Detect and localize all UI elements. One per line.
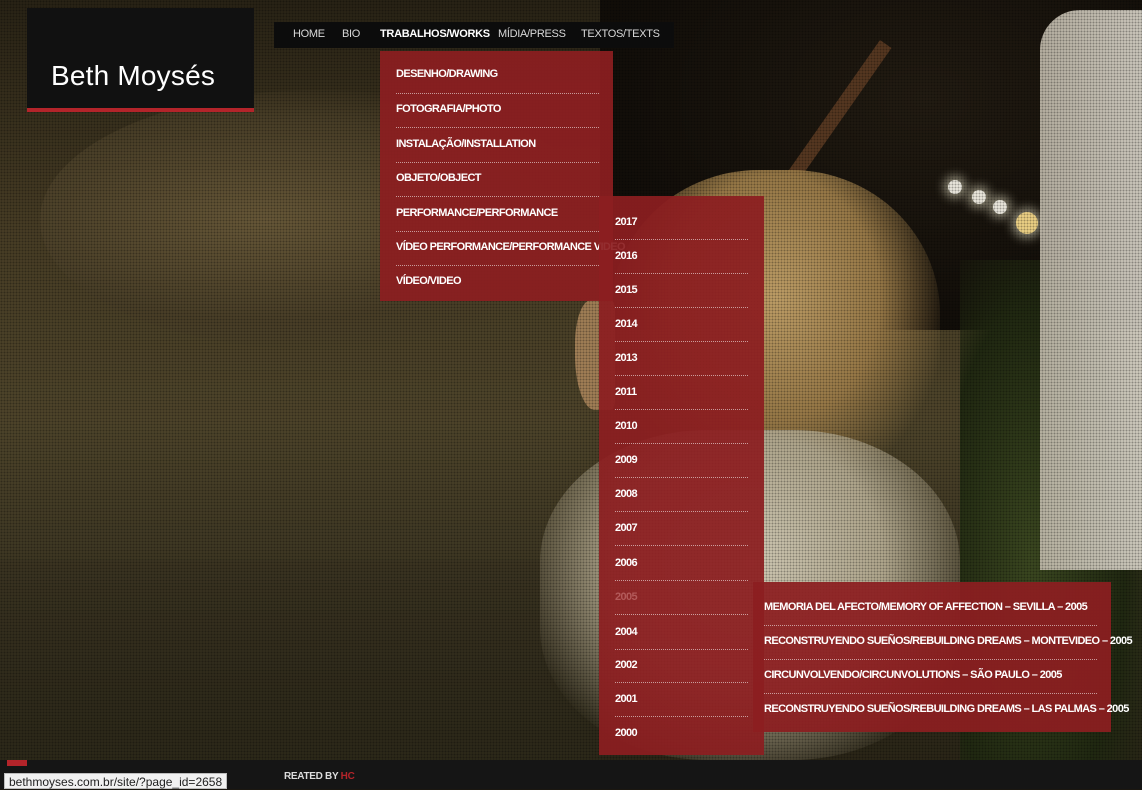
credit-brand-link[interactable]: HC <box>341 771 355 782</box>
year-2007[interactable]: 2007 <box>615 522 638 534</box>
footer-accent-bar <box>7 760 27 766</box>
nav-texts[interactable]: TEXTOS/TEXTS <box>581 28 660 40</box>
year-2001[interactable]: 2001 <box>615 693 638 705</box>
status-bar-url: bethmoyses.com.br/site/?page_id=2658 <box>4 773 228 789</box>
menu-item-installation[interactable]: INSTALAÇÃO/INSTALLATION <box>396 138 536 150</box>
site-logo[interactable]: Beth Moysés <box>27 8 254 112</box>
menu-item-object[interactable]: OBJETO/OBJECT <box>396 172 482 184</box>
year-2000[interactable]: 2000 <box>615 727 638 739</box>
years-dropdown: 2017 2016 2015 2014 2013 2011 2010 2009 … <box>599 196 764 755</box>
menu-item-drawing[interactable]: DESENHO/DRAWING <box>396 68 498 80</box>
nav-works[interactable]: TRABALHOS/WORKS <box>380 28 490 40</box>
menu-item-performance[interactable]: PERFORMANCE/PERFORMANCE <box>396 207 558 219</box>
work-reconstruyendo-montevideo[interactable]: RECONSTRUYENDO SUEÑOS/REBUILDING DREAMS … <box>764 635 1133 647</box>
year-2017[interactable]: 2017 <box>615 216 638 228</box>
menu-item-photo[interactable]: FOTOGRAFIA/PHOTO <box>396 103 501 115</box>
nav-press[interactable]: MÍDIA/PRESS <box>498 28 566 40</box>
footer-credit: REATED BY HC <box>284 771 355 782</box>
year-2005-submenu: MEMORIA DEL AFECTO/MEMORY OF AFFECTION –… <box>753 582 1133 732</box>
nav-home[interactable]: HOME <box>293 28 325 40</box>
main-nav: HOME BIO TRABALHOS/WORKS MÍDIA/PRESS TEX… <box>274 22 674 48</box>
works-dropdown: DESENHO/DRAWING FOTOGRAFIA/PHOTO INSTALA… <box>380 51 626 301</box>
year-2008[interactable]: 2008 <box>615 488 638 500</box>
year-2004[interactable]: 2004 <box>615 626 638 638</box>
year-2016[interactable]: 2016 <box>615 250 638 262</box>
nav-bio[interactable]: BIO <box>342 28 360 40</box>
menu-item-video-performance[interactable]: VÍDEO PERFORMANCE/PERFORMANCE VIDEO <box>396 241 626 253</box>
work-reconstruyendo-las-palmas[interactable]: RECONSTRUYENDO SUEÑOS/REBUILDING DREAMS … <box>764 703 1129 715</box>
year-2010[interactable]: 2010 <box>615 420 638 432</box>
year-2006[interactable]: 2006 <box>615 557 638 569</box>
year-2011[interactable]: 2011 <box>615 386 637 398</box>
year-2009[interactable]: 2009 <box>615 454 638 466</box>
work-circunvolvendo[interactable]: CIRCUNVOLVENDO/CIRCUNVOLUTIONS – SÃO PAU… <box>764 669 1062 681</box>
year-2014[interactable]: 2014 <box>615 318 638 330</box>
logo-text: Beth Moysés <box>51 60 216 91</box>
year-2005[interactable]: 2005 <box>615 591 638 603</box>
year-2013[interactable]: 2013 <box>615 352 638 364</box>
menu-item-video[interactable]: VÍDEO/VIDEO <box>396 275 462 287</box>
work-memoria-del-afecto[interactable]: MEMORIA DEL AFECTO/MEMORY OF AFFECTION –… <box>764 601 1088 613</box>
year-2002[interactable]: 2002 <box>615 659 638 671</box>
year-2015[interactable]: 2015 <box>615 284 638 296</box>
